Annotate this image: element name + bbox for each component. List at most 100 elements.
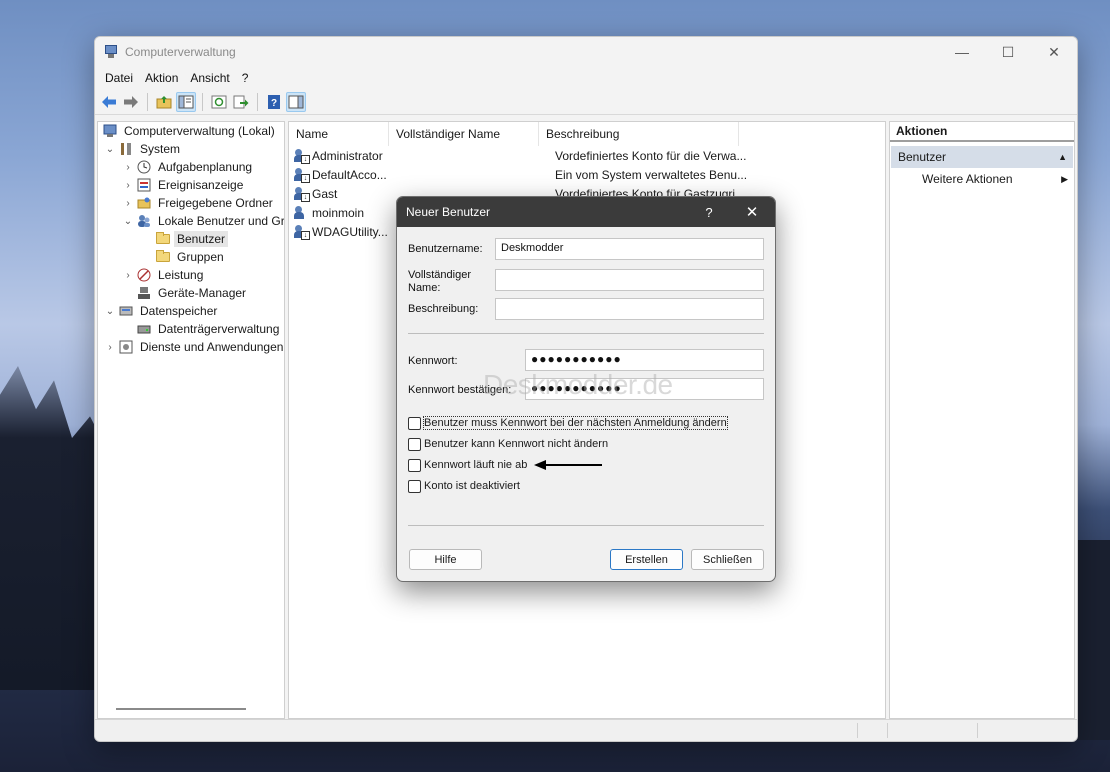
- tree-item-computerverwaltung[interactable]: Computerverwaltung (Lokal): [100, 122, 278, 140]
- chevron-right-icon[interactable]: ›: [122, 162, 134, 173]
- minimize-button[interactable]: —: [939, 37, 985, 67]
- list-header: Name Vollständiger Name Beschreibung: [289, 122, 885, 146]
- checkbox-box[interactable]: [408, 458, 421, 472]
- description-field[interactable]: [495, 298, 764, 320]
- checkbox-box[interactable]: [408, 479, 421, 493]
- collapse-up-icon[interactable]: ▲: [1058, 152, 1067, 162]
- checkbox-password-never-expires[interactable]: Kennwort läuft nie ab: [408, 457, 527, 473]
- fullname-field[interactable]: [495, 269, 764, 291]
- dialog-title-bar: Neuer Benutzer ? ✕: [397, 197, 775, 227]
- checkbox-cannot-change-password[interactable]: Benutzer kann Kennwort nicht ändern: [408, 436, 608, 452]
- chevron-right-icon[interactable]: ›: [104, 342, 116, 353]
- clock-icon: [136, 160, 152, 174]
- svg-text:?: ?: [271, 98, 277, 109]
- user-description: Ein vom System verwaltetes Benu...: [555, 167, 748, 182]
- export-list-icon[interactable]: [231, 92, 251, 112]
- watermark: Deskmodder.de: [483, 369, 673, 400]
- tree-item-datentraegerverwaltung[interactable]: Datenträgerverwaltung: [134, 320, 282, 338]
- users-icon: [136, 214, 152, 228]
- shared-folder-icon: [136, 196, 152, 210]
- user-icon: [294, 205, 310, 221]
- tools-icon: [118, 142, 134, 156]
- status-bar: [95, 719, 1077, 741]
- password-label: Kennwort:: [408, 355, 458, 367]
- chevron-down-icon[interactable]: ⌄: [104, 306, 116, 317]
- tree-item-lokale-benutzer[interactable]: ⌄ Lokale Benutzer und Gr: [122, 212, 284, 230]
- dialog-close-button[interactable]: ✕: [729, 203, 775, 221]
- back-arrow-icon[interactable]: [99, 92, 119, 112]
- folder-icon: [155, 250, 171, 264]
- status-divider: [857, 723, 858, 738]
- horizontal-scrollbar[interactable]: [116, 708, 246, 710]
- password-field[interactable]: ●●●●●●●●●●●: [525, 349, 764, 371]
- actions-section-label: Benutzer: [898, 150, 947, 164]
- menu-datei[interactable]: Datei: [99, 71, 139, 85]
- close-button[interactable]: ✕: [1031, 37, 1077, 67]
- tree-item-dienste[interactable]: › Dienste und Anwendungen: [104, 338, 284, 356]
- toolbar-separator: [257, 92, 258, 111]
- tree-item-ereignisanzeige[interactable]: › Ereignisanzeige: [122, 176, 246, 194]
- tree-item-benutzer[interactable]: Benutzer: [153, 230, 229, 248]
- action-weitere-aktionen[interactable]: Weitere Aktionen ▶: [890, 168, 1074, 190]
- chevron-right-icon[interactable]: ›: [122, 180, 134, 191]
- checkbox-box[interactable]: [408, 416, 421, 430]
- folder-icon: [155, 232, 171, 246]
- description-label: Beschreibung:: [408, 303, 479, 315]
- column-description[interactable]: Beschreibung: [539, 122, 739, 146]
- show-hide-console-tree-icon[interactable]: [176, 91, 196, 112]
- divider: [408, 525, 764, 526]
- checkbox-account-disabled[interactable]: Konto ist deaktiviert: [408, 478, 520, 494]
- refresh-icon[interactable]: [209, 92, 229, 112]
- table-row[interactable]: ↓ DefaultAcco... Ein vom System verwalte…: [289, 165, 747, 184]
- chevron-right-icon[interactable]: ›: [122, 270, 134, 281]
- tree-item-system[interactable]: ⌄ System: [104, 140, 183, 158]
- username-field[interactable]: Deskmodder: [495, 238, 764, 260]
- column-name[interactable]: Name: [289, 122, 389, 146]
- window-title: Computerverwaltung: [125, 45, 236, 59]
- chevron-down-icon[interactable]: ⌄: [122, 216, 134, 227]
- checkbox-must-change-password[interactable]: Benutzer muss Kennwort bei der nächsten …: [408, 415, 728, 431]
- console-tree: Computerverwaltung (Lokal) ⌄ System › Au…: [97, 121, 285, 719]
- actions-section-benutzer[interactable]: Benutzer ▲: [891, 146, 1073, 168]
- up-folder-icon[interactable]: [154, 92, 174, 112]
- checkbox-box[interactable]: [408, 437, 421, 451]
- tree-item-leistung[interactable]: › Leistung: [122, 266, 206, 284]
- tree-item-geraete-manager[interactable]: Geräte-Manager: [134, 284, 249, 302]
- help-icon[interactable]: ?: [264, 92, 284, 112]
- forward-arrow-icon[interactable]: [121, 92, 141, 112]
- tree-item-aufgabenplanung[interactable]: › Aufgabenplanung: [122, 158, 255, 176]
- close-dialog-button[interactable]: Schließen: [691, 549, 764, 570]
- computer-management-icon: [103, 44, 119, 60]
- menu-aktion[interactable]: Aktion: [139, 71, 184, 85]
- submenu-arrow-icon: ▶: [1061, 173, 1068, 184]
- disk-icon: [136, 322, 152, 336]
- dialog-help-button[interactable]: ?: [689, 205, 729, 220]
- maximize-button[interactable]: ☐: [985, 37, 1031, 67]
- user-name: WDAGUtility...: [312, 224, 388, 239]
- tree-item-freigegebene-ordner[interactable]: › Freigegebene Ordner: [122, 194, 276, 212]
- username-label: Benutzername:: [408, 243, 483, 255]
- menu-ansicht[interactable]: Ansicht: [184, 71, 235, 85]
- computer-management-icon: [102, 124, 118, 138]
- chevron-down-icon[interactable]: ⌄: [104, 144, 116, 155]
- status-divider: [887, 723, 888, 738]
- help-button[interactable]: Hilfe: [409, 549, 482, 570]
- toolbar-separator: [202, 92, 203, 111]
- fullname-label-line1: Vollständiger: [408, 269, 471, 281]
- user-icon: ↓: [294, 167, 310, 183]
- storage-icon: [118, 304, 134, 318]
- column-full-name[interactable]: Vollständiger Name: [389, 122, 539, 146]
- show-hide-action-pane-icon[interactable]: [286, 91, 306, 112]
- window-controls: — ☐ ✕: [939, 37, 1077, 67]
- tree-item-gruppen[interactable]: Gruppen: [153, 248, 227, 266]
- chevron-right-icon[interactable]: ›: [122, 198, 134, 209]
- tree-item-datenspeicher[interactable]: ⌄ Datenspeicher: [104, 302, 220, 320]
- menu-bar: Datei Aktion Ansicht ?: [95, 67, 1077, 89]
- user-icon: ↓: [294, 186, 310, 202]
- table-row[interactable]: ↓ Administrator Vordefiniertes Konto für…: [289, 146, 746, 165]
- menu-help[interactable]: ?: [236, 71, 255, 85]
- services-icon: [118, 340, 134, 354]
- device-manager-icon: [136, 286, 152, 300]
- create-button[interactable]: Erstellen: [610, 549, 683, 570]
- user-name: moinmoin: [312, 205, 365, 220]
